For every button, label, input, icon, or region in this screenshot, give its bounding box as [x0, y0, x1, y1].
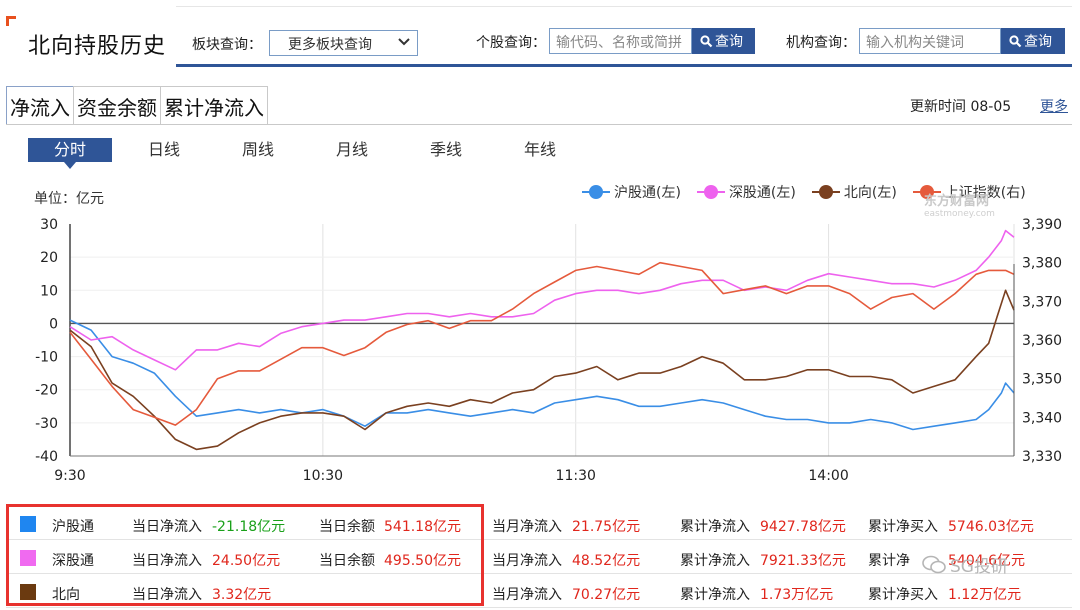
org-search-input[interactable]: 输入机构关键词	[859, 28, 1001, 54]
y-left-tick-label: 30	[40, 217, 58, 233]
y-left-tick-label: 10	[40, 283, 58, 299]
legend-label: 北向(左)	[843, 185, 897, 201]
month-flow-value: 70.27亿元	[572, 587, 641, 603]
month-flow-label: 当月净流入	[492, 587, 562, 603]
cum-buy-label: 累计净买入	[868, 519, 938, 535]
period-weekly[interactable]: 周线	[226, 138, 290, 162]
chevron-down-icon	[398, 38, 410, 46]
tabs-divider	[6, 124, 1072, 125]
stock-search-button-label: 查询	[715, 34, 743, 50]
legend-label: 沪股通(左)	[614, 185, 681, 201]
y-right-tick-label: 3,390	[1022, 217, 1062, 233]
wechat-watermark-text: SG投研	[950, 557, 1008, 577]
period-monthly[interactable]: 月线	[320, 138, 384, 162]
series-line-sz	[69, 229, 1015, 371]
y-left-tick-label: -40	[35, 449, 58, 465]
legend-swatch	[811, 185, 840, 199]
y-right-tick-label: 3,380	[1022, 256, 1062, 272]
annotation-highlight-box	[6, 504, 484, 606]
intraday-flow-chart: 30 20 10 0 -10 -20 -30 -40 3,390 3,380 3,370 3,360 3…	[35, 217, 1062, 484]
more-link[interactable]: 更多	[1040, 96, 1068, 116]
cum-buy-value: 5746.03亿元	[948, 519, 1034, 535]
cum-buy-value: 1.12万亿元	[948, 587, 1022, 603]
y-left-tick-label: -30	[35, 416, 58, 432]
series-line-sh	[69, 319, 1015, 431]
series-line-north	[69, 289, 1015, 451]
y-left-tick-label: 20	[40, 250, 58, 266]
y-right-tick-label: 3,350	[1022, 372, 1062, 388]
tab-fund-balance[interactable]: 资金余额	[73, 86, 161, 124]
wechat-watermark: SG投研	[922, 552, 1008, 577]
y-right-tick-label: 3,330	[1022, 449, 1062, 465]
legend-item-sz[interactable]: 深股通(左)	[696, 182, 796, 202]
period-quarterly[interactable]: 季线	[414, 138, 478, 162]
org-search-button[interactable]: 查询	[1001, 28, 1065, 54]
period-intraday[interactable]: 分时	[28, 138, 112, 162]
search-icon	[700, 35, 713, 48]
x-tick-label: 10:30	[303, 468, 343, 484]
legend-swatch	[582, 185, 610, 199]
x-tick-label: 14:00	[808, 468, 848, 484]
month-flow-value: 21.75亿元	[572, 519, 641, 535]
month-flow-label: 当月净流入	[492, 553, 562, 569]
y-right-tick-label: 3,370	[1022, 294, 1062, 310]
y-left-tick-label: 0	[49, 316, 58, 332]
y-left-tick-label: -20	[35, 383, 58, 399]
org-search-button-label: 查询	[1024, 34, 1052, 50]
month-flow-value: 48.52亿元	[572, 553, 641, 569]
legend-label: 深股通(左)	[728, 185, 796, 201]
cum-flow-label: 累计净流入	[680, 553, 750, 569]
legend-item-sh[interactable]: 沪股通(左)	[582, 182, 681, 202]
cum-buy-label: 累计净买入	[868, 587, 938, 603]
sector-select-value: 更多板块查询	[288, 37, 372, 53]
watermark-name: 东方财富网	[924, 194, 990, 209]
cum-flow-label: 累计净流入	[680, 519, 750, 535]
month-flow-label: 当月净流入	[492, 519, 562, 535]
cum-buy-label: 累计净	[868, 553, 910, 569]
page-header: 北向持股历史 板块查询： 更多板块查询 个股查询： 输代码、名称或简拼 查询 机…	[0, 0, 1080, 68]
wechat-icon	[922, 555, 946, 573]
stock-query-label: 个股查询：	[476, 35, 546, 51]
org-query-label: 机构查询：	[786, 35, 856, 51]
corner-bracket-icon	[6, 16, 16, 26]
x-tick-label: 11:30	[556, 468, 596, 484]
cum-flow-label: 累计净流入	[680, 587, 750, 603]
cum-flow-value: 7921.33亿元	[760, 553, 846, 569]
cum-flow-value: 9427.78亿元	[760, 519, 846, 535]
chart-unit-label: 单位：亿元	[34, 191, 104, 207]
legend-swatch	[696, 185, 725, 199]
x-tick-label: 9:30	[54, 468, 85, 484]
active-period-caret	[64, 162, 76, 169]
stock-search-button[interactable]: 查询	[692, 28, 755, 54]
period-yearly[interactable]: 年线	[508, 138, 572, 162]
sector-select[interactable]: 更多板块查询	[269, 30, 418, 56]
stock-search-input[interactable]: 输代码、名称或简拼	[549, 28, 692, 54]
series-line-index	[69, 261, 1015, 426]
header-top-divider	[176, 6, 1072, 7]
y-right-tick-label: 3,340	[1022, 410, 1062, 426]
period-daily[interactable]: 日线	[132, 138, 196, 162]
y-left-tick-label: -10	[35, 350, 58, 366]
tab-net-inflow[interactable]: 净流入	[6, 86, 74, 124]
legend-item-north[interactable]: 北向(左)	[811, 182, 897, 202]
metric-tabs: 净流入 资金余额 累计净流入	[6, 86, 268, 124]
tab-cumulative-inflow[interactable]: 累计净流入	[160, 86, 268, 124]
update-time: 更新时间 08-05	[910, 99, 1012, 115]
sector-query-label: 板块查询：	[192, 37, 262, 53]
y-right-tick-label: 3,360	[1022, 333, 1062, 349]
search-icon	[1009, 35, 1022, 48]
cum-flow-value: 1.73万亿元	[760, 587, 834, 603]
header-divider	[176, 64, 1072, 67]
page-title: 北向持股历史	[28, 34, 167, 59]
